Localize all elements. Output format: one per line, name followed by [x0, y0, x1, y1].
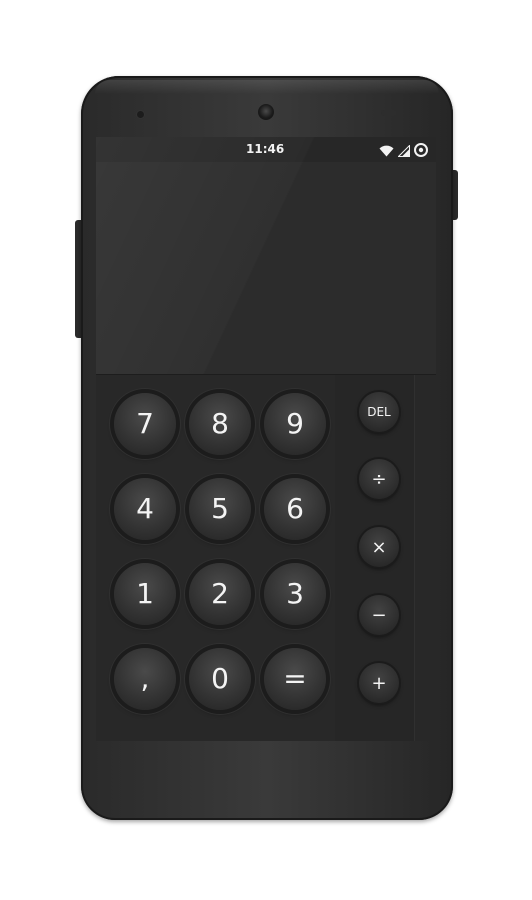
divide-button[interactable]: ÷	[359, 459, 399, 499]
digit-9-button[interactable]: 9	[264, 393, 326, 455]
phone-top-glint	[95, 80, 439, 94]
equals-button[interactable]: =	[264, 648, 326, 710]
digit-5-button[interactable]: 5	[189, 478, 251, 540]
subtract-button[interactable]: −	[359, 595, 399, 635]
proximity-sensor	[137, 111, 144, 118]
multiply-button[interactable]: ×	[359, 527, 399, 567]
status-bar: 11:46	[96, 137, 436, 162]
digit-8-button[interactable]: 8	[189, 393, 251, 455]
digit-6-button[interactable]: 6	[264, 478, 326, 540]
wifi-icon	[379, 142, 394, 161]
calculator-display	[96, 162, 436, 374]
earpiece-camera	[258, 104, 274, 120]
phone-chin	[96, 741, 436, 813]
delete-button[interactable]: DEL	[359, 392, 399, 432]
status-time: 11:46	[246, 142, 285, 156]
keypad: 7 8 9 4 5 6 1 2 3 , 0 = DEL ÷ × − +	[96, 375, 436, 741]
light-sensor	[381, 110, 397, 116]
digit-4-button[interactable]: 4	[114, 478, 176, 540]
decimal-button[interactable]: ,	[114, 648, 176, 710]
battery-icon	[414, 142, 428, 161]
add-button[interactable]: +	[359, 663, 399, 703]
digit-7-button[interactable]: 7	[114, 393, 176, 455]
digit-2-button[interactable]: 2	[189, 563, 251, 625]
digit-1-button[interactable]: 1	[114, 563, 176, 625]
digit-0-button[interactable]: 0	[189, 648, 251, 710]
cellular-signal-icon	[397, 142, 410, 161]
status-icons	[379, 142, 428, 161]
digit-3-button[interactable]: 3	[264, 563, 326, 625]
screen: 11:46 7 8 9 4 5 6 1 2 3 , 0 = DEL ÷ × − …	[96, 137, 436, 741]
